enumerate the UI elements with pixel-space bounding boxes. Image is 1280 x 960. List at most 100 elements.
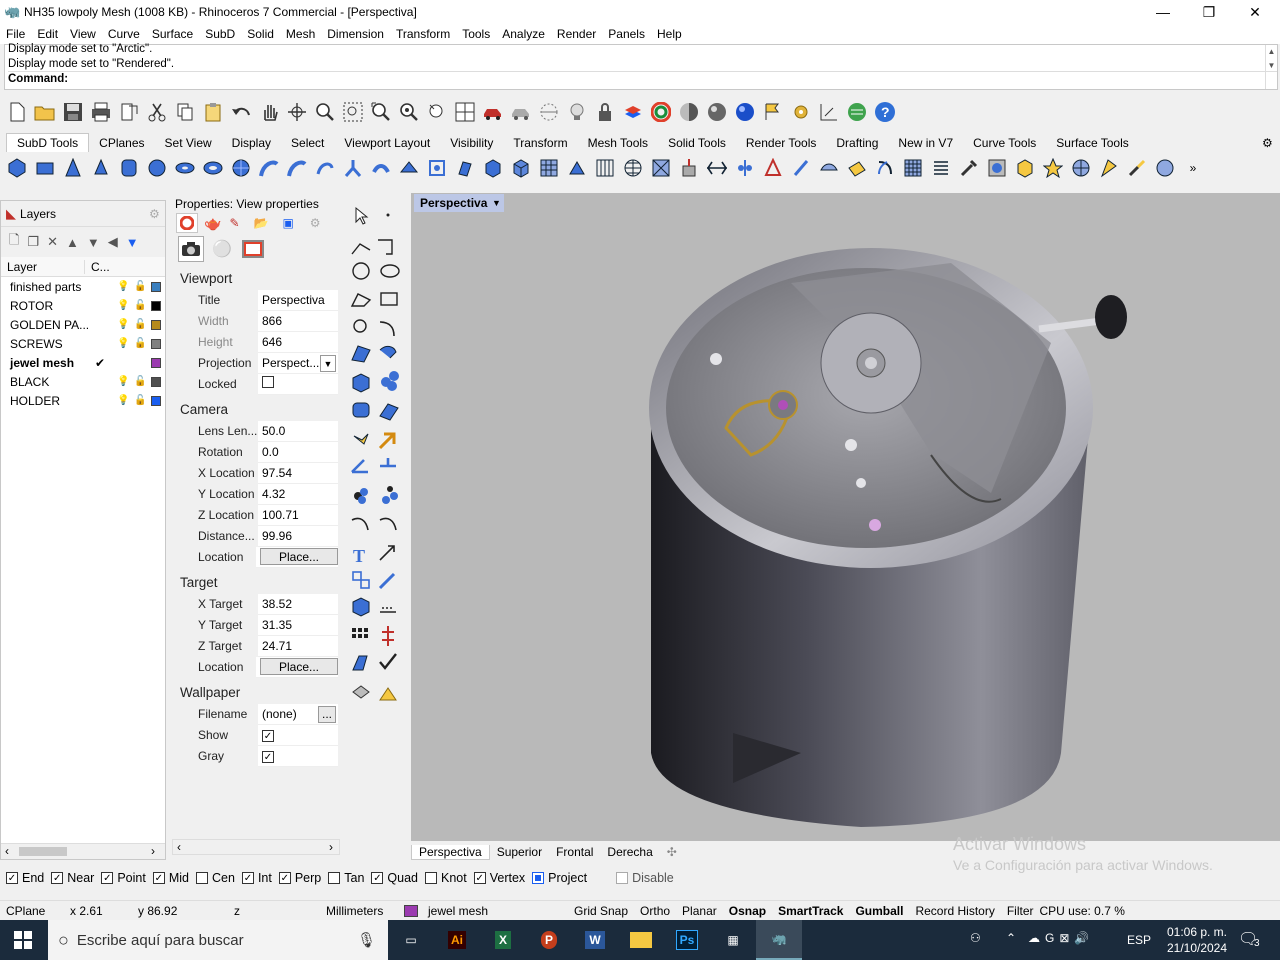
tab-drafting[interactable]: Drafting (826, 134, 888, 152)
menu-edit[interactable]: Edit (31, 27, 64, 41)
height-field[interactable]: 646 (258, 332, 338, 353)
menu-render[interactable]: Render (551, 27, 602, 41)
subd-reflect-icon[interactable] (762, 157, 784, 179)
osnap-checkbox[interactable]: ✓ (278, 872, 291, 884)
main-tools-icons[interactable]: T (348, 200, 406, 710)
viewport-tab-frontal[interactable]: Frontal (549, 845, 600, 859)
browse-button[interactable]: ... (318, 705, 336, 723)
menu-subd[interactable]: SubD (199, 27, 241, 41)
bulb-icon[interactable]: 💡 (117, 395, 129, 406)
open-file-icon[interactable] (34, 101, 56, 123)
close-button[interactable]: ✕ (1232, 0, 1278, 24)
osnap-end[interactable]: ✓ End (6, 871, 44, 885)
subd-sphere-grid-icon[interactable] (622, 157, 644, 179)
print-icon[interactable] (90, 101, 112, 123)
scroll-left-icon[interactable]: ‹ (177, 840, 181, 854)
tray-chevron-icon[interactable]: ⌃ (1006, 931, 1016, 945)
render-tab-icon[interactable]: 🫖 (204, 215, 221, 232)
tab-new-in-v7[interactable]: New in V7 (888, 134, 963, 152)
menu-analyze[interactable]: Analyze (496, 27, 551, 41)
x-location-field[interactable]: 97.54 (258, 463, 338, 484)
cut-icon[interactable] (146, 101, 168, 123)
osnap-checkbox[interactable] (425, 872, 437, 884)
subd-tools-icon[interactable] (958, 157, 980, 179)
layer-row-current[interactable]: jewel mesh ✔ (1, 353, 165, 372)
help-icon[interactable]: ? (874, 101, 896, 123)
subd-patch-icon[interactable] (482, 157, 504, 179)
osnap-int[interactable]: ✓ Int (241, 871, 272, 885)
bulb-icon[interactable]: 💡 (117, 338, 129, 349)
subd-cylinder-icon[interactable] (118, 157, 140, 179)
chevron-down-icon[interactable]: ▼ (320, 354, 336, 372)
car-icon[interactable] (482, 101, 504, 123)
bulb-icon[interactable]: 💡 (117, 376, 129, 387)
undo-view-icon[interactable] (426, 101, 448, 123)
properties-hscrollbar[interactable]: ‹ › (172, 839, 340, 855)
osnap-checkbox[interactable]: ✓ (51, 872, 64, 884)
unlock-icon[interactable]: 🔓 (134, 300, 146, 311)
osnap-quad[interactable]: ✓ Quad (371, 871, 418, 885)
new-sublayer-icon[interactable]: ❐ (27, 234, 39, 250)
paste-icon[interactable] (202, 101, 224, 123)
subd-globe-grid-icon[interactable] (1070, 157, 1092, 179)
layer-color-swatch[interactable] (151, 357, 161, 368)
y-target-field[interactable]: 31.35 (258, 615, 338, 636)
subd-cube-icon[interactable] (510, 157, 532, 179)
tabs-gear-icon[interactable]: ⚙ (1262, 134, 1273, 152)
menu-view[interactable]: View (64, 27, 102, 41)
osnap-checkbox[interactable]: ✓ (152, 872, 165, 884)
menu-transform[interactable]: Transform (390, 27, 456, 41)
viewport-menu-chevron-icon[interactable]: ▼ (492, 194, 501, 212)
flag-icon[interactable] (762, 101, 784, 123)
status-layer[interactable]: jewel mesh (398, 904, 568, 918)
tab-display[interactable]: Display (222, 134, 281, 152)
car-grey-icon[interactable] (510, 101, 532, 123)
subd-sweep-icon[interactable] (426, 157, 448, 179)
osnap-checkbox[interactable]: ✓ (473, 872, 486, 884)
command-scrollbar[interactable]: ▲ ▼ (1265, 45, 1277, 89)
subd-symmetry-icon[interactable] (734, 157, 756, 179)
panel-gear-icon[interactable]: ⚙ (149, 207, 160, 221)
layer-row[interactable]: finished parts 💡 🔓 (1, 277, 165, 296)
tab-set-view[interactable]: Set View (155, 134, 222, 152)
word-icon[interactable]: W (572, 920, 618, 960)
subd-fill-icon[interactable] (566, 157, 588, 179)
tab-viewport-layout[interactable]: Viewport Layout (334, 134, 440, 152)
subd-flag-icon[interactable] (1098, 157, 1120, 179)
texture-tab-icon[interactable]: 📂 (254, 216, 269, 230)
subd-pipe-icon[interactable] (370, 157, 392, 179)
subd-mesh-grid-icon[interactable] (538, 157, 560, 179)
layer-color-swatch[interactable] (151, 300, 161, 311)
save-icon[interactable] (62, 101, 84, 123)
ortho-toggle[interactable]: Ortho (634, 904, 676, 918)
powerpoint-icon[interactable]: P (526, 920, 572, 960)
subd-loft-icon[interactable] (398, 157, 420, 179)
blue-sphere-icon[interactable] (734, 101, 756, 123)
filter-toggle[interactable]: Filter (1001, 904, 1040, 918)
globe-icon[interactable] (846, 101, 868, 123)
subd-list-icon[interactable] (930, 157, 952, 179)
undo-icon[interactable] (230, 101, 252, 123)
osnap-point[interactable]: ✓ Point (101, 871, 146, 885)
osnap-checkbox[interactable] (196, 872, 208, 884)
menu-curve[interactable]: Curve (102, 27, 146, 41)
subd-brush-icon[interactable] (1126, 157, 1148, 179)
width-field[interactable]: 866 (258, 311, 338, 332)
subd-spiral-icon[interactable] (314, 157, 336, 179)
language-indicator[interactable]: ESP (1127, 933, 1151, 947)
tab-select[interactable]: Select (281, 134, 334, 152)
viewport-title-tab[interactable]: Perspectiva ▼ (414, 194, 504, 212)
windows-start-icon[interactable] (14, 931, 32, 949)
bulb-icon[interactable]: 💡 (117, 319, 129, 330)
export-icon[interactable] (118, 101, 140, 123)
smarttrack-toggle[interactable]: SmartTrack (772, 904, 849, 918)
zoom-extents-icon[interactable] (370, 101, 392, 123)
subd-box-icon[interactable] (34, 157, 56, 179)
osnap-cen[interactable]: Cen (196, 871, 235, 885)
background-icon[interactable] (241, 240, 264, 258)
subd-view-icon[interactable] (1154, 157, 1176, 179)
osnap-checkbox[interactable] (328, 872, 341, 884)
lights-icon[interactable]: ⚪ (212, 239, 232, 259)
tab-subd-tools[interactable]: SubD Tools (6, 133, 90, 152)
bulb-icon[interactable]: 💡 (117, 281, 129, 292)
